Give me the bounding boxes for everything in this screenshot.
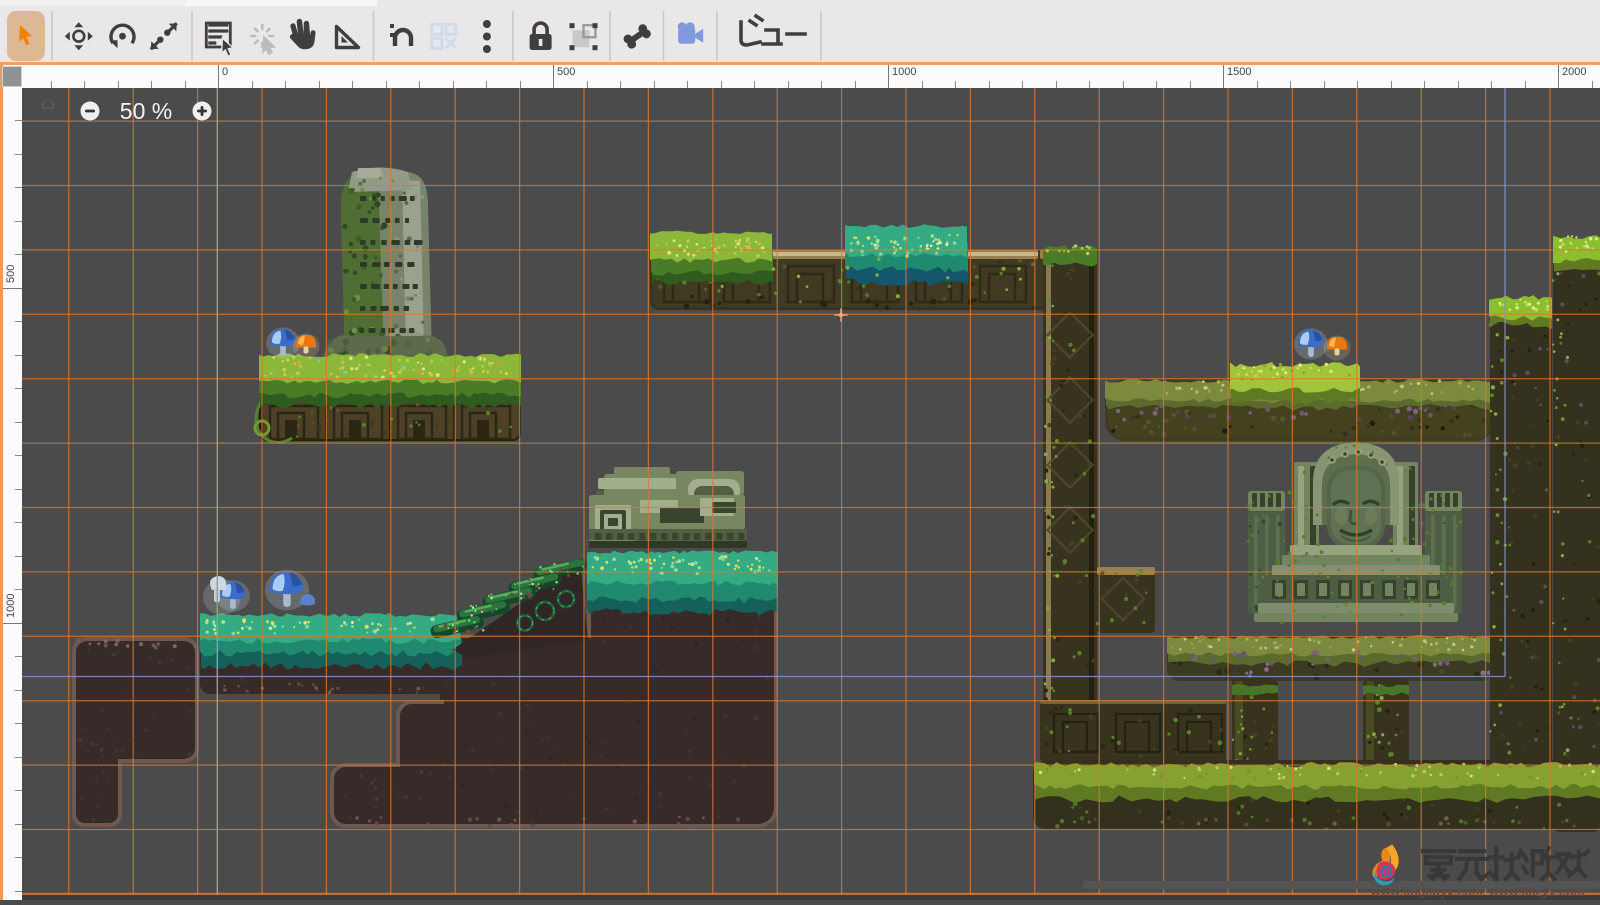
svg-text:500: 500 xyxy=(5,265,17,283)
svg-text:50 %: 50 % xyxy=(120,100,172,124)
svg-text:www.06zyx.com: www.06zyx.com xyxy=(1488,885,1584,899)
svg-text:www.lingliuyx.com: www.lingliuyx.com xyxy=(1370,885,1483,899)
svg-text:1000: 1000 xyxy=(5,594,17,618)
